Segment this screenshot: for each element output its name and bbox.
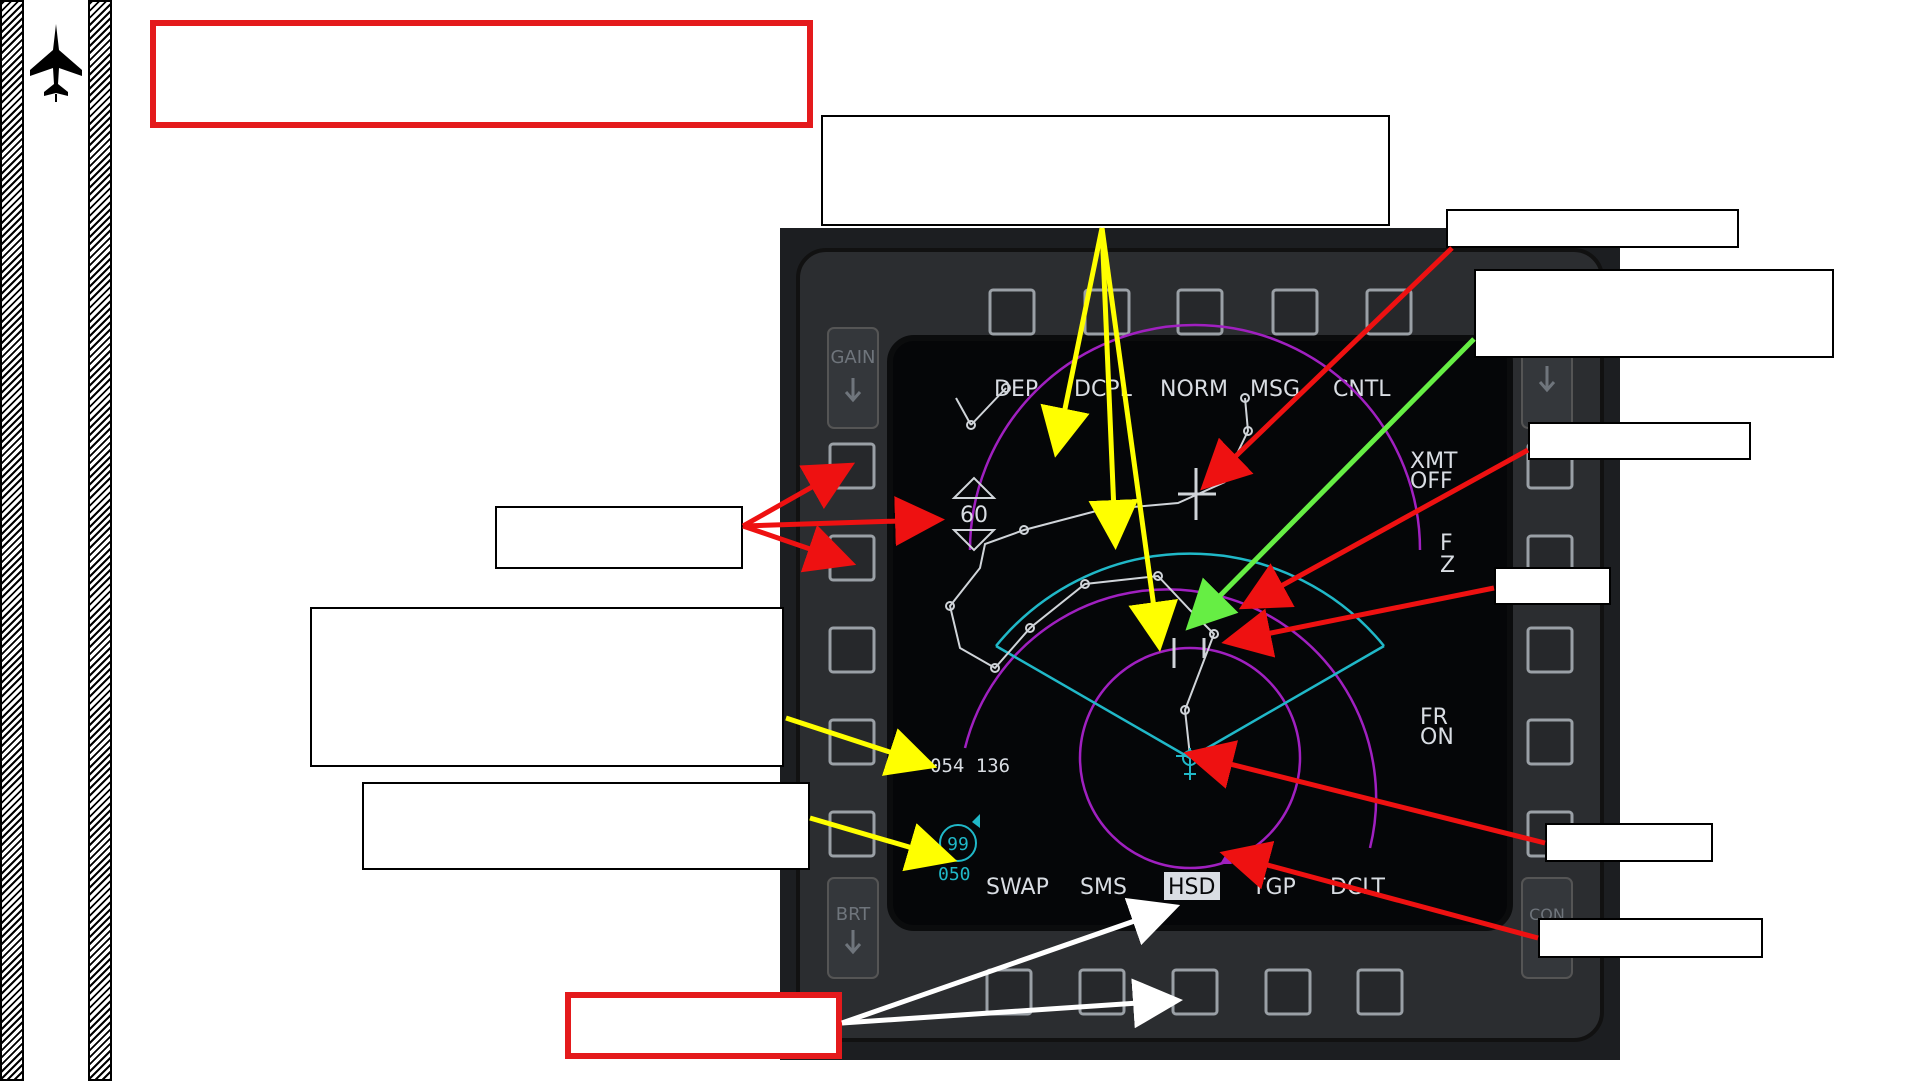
osb-button[interactable]	[828, 442, 876, 490]
brt-label: BRT	[836, 904, 872, 925]
gain-rocker[interactable]: GAIN	[827, 327, 879, 429]
osb-button[interactable]	[985, 968, 1033, 1016]
osb-label-hsd: HSD	[1168, 875, 1215, 900]
left-hatched-strip	[0, 0, 24, 1081]
steerpoint-heading: 050	[938, 864, 971, 885]
osb-button[interactable]	[1078, 968, 1126, 1016]
osb-button[interactable]	[1526, 718, 1574, 766]
brt-rocker[interactable]: BRT	[827, 877, 879, 979]
callout-box-right-middle	[1528, 422, 1751, 460]
callout-box-top-right	[1446, 209, 1739, 248]
osb-label-tgp: TGP	[1251, 875, 1296, 900]
callout-box-hsd-page	[565, 992, 842, 1059]
osb-button[interactable]	[1264, 968, 1312, 1016]
callout-box-right-bottom	[1538, 918, 1763, 958]
osb-button[interactable]	[828, 810, 876, 858]
callout-box-right-upper	[1474, 269, 1834, 358]
callout-box-top-center	[821, 115, 1390, 226]
osb-label-msg: MSG	[1250, 377, 1300, 402]
osb-label-dcpl: DCPL	[1074, 377, 1133, 402]
xmt-status: OFF	[1410, 469, 1453, 494]
osb-button[interactable]	[988, 288, 1036, 336]
callout-box-left-large	[310, 607, 784, 767]
callout-box-left-bottom	[362, 782, 810, 870]
title-callout-box	[150, 20, 813, 128]
callout-box-right-small	[1494, 567, 1611, 605]
osb-button[interactable]	[1176, 288, 1224, 336]
osb-label-sms: SMS	[1080, 875, 1127, 900]
steerpoint-number: 99	[947, 834, 969, 855]
right-hatched-strip	[88, 0, 112, 1081]
osb-label-dep: DEP	[994, 377, 1038, 402]
osb-button[interactable]	[1083, 288, 1131, 336]
range-value: 60	[960, 503, 988, 528]
osb-label-dclt: DCLT	[1330, 875, 1386, 900]
osb-button[interactable]	[1526, 626, 1574, 674]
gain-label: GAIN	[830, 347, 875, 368]
osb-button[interactable]	[1365, 288, 1413, 336]
osb-button[interactable]	[1171, 968, 1219, 1016]
osb-button[interactable]	[828, 626, 876, 674]
osb-button[interactable]	[1271, 288, 1319, 336]
callout-box-right-lower	[1545, 823, 1713, 862]
jet-silhouette-icon	[30, 24, 82, 102]
osb-label-swap: SWAP	[986, 875, 1049, 900]
freeze-status: ON	[1420, 725, 1454, 750]
osb-button[interactable]	[828, 534, 876, 582]
osb-button[interactable]	[1356, 968, 1404, 1016]
bullseye-readout: 054 136	[930, 755, 1010, 777]
osb-button[interactable]	[828, 718, 876, 766]
osb-label-norm: NORM	[1160, 377, 1228, 402]
callout-box-left-range	[495, 506, 743, 569]
fz-label-bottom: Z	[1440, 553, 1455, 578]
